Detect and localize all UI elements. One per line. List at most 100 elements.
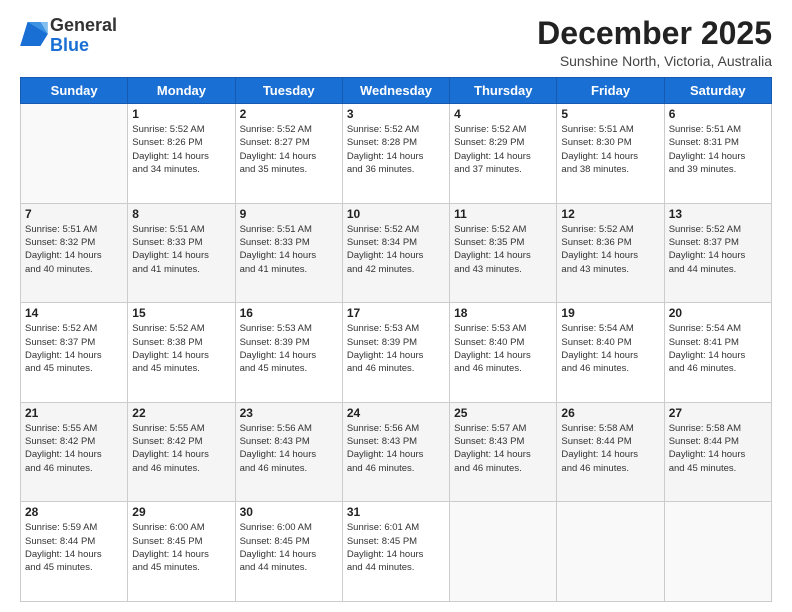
cell-content: Sunrise: 5:52 AMSunset: 8:28 PMDaylight:… bbox=[347, 123, 445, 176]
calendar-cell: 8 Sunrise: 5:51 AMSunset: 8:33 PMDaylight… bbox=[128, 203, 235, 303]
calendar-cell bbox=[557, 502, 664, 602]
day-number: 21 bbox=[25, 406, 123, 420]
cell-content: Sunrise: 5:51 AMSunset: 8:33 PMDaylight:… bbox=[240, 223, 338, 276]
days-header-row: Sunday Monday Tuesday Wednesday Thursday… bbox=[21, 78, 772, 104]
subtitle: Sunshine North, Victoria, Australia bbox=[537, 53, 772, 69]
calendar-cell: 18Sunrise: 5:53 AMSunset: 8:40 PMDayligh… bbox=[450, 303, 557, 403]
calendar-cell: 30 Sunrise: 6:00 AMSunset: 8:45 PMDayligh… bbox=[235, 502, 342, 602]
cell-content: Sunrise: 5:56 AMSunset: 8:43 PMDaylight:… bbox=[240, 422, 338, 475]
calendar-cell: 21 Sunrise: 5:55 AMSunset: 8:42 PMDayligh… bbox=[21, 402, 128, 502]
day-number: 3 bbox=[347, 107, 445, 121]
cell-content: Sunrise: 5:53 AMSunset: 8:40 PMDaylight:… bbox=[454, 322, 552, 375]
calendar-week-1: 1 Sunrise: 5:52 AMSunset: 8:26 PMDaylight… bbox=[21, 104, 772, 204]
day-number: 16 bbox=[240, 306, 338, 320]
cell-content: Sunrise: 5:52 AMSunset: 8:38 PMDaylight:… bbox=[132, 322, 230, 375]
calendar-cell: 1 Sunrise: 5:52 AMSunset: 8:26 PMDaylight… bbox=[128, 104, 235, 204]
day-number: 10 bbox=[347, 207, 445, 221]
calendar-cell: 29 Sunrise: 6:00 AMSunset: 8:45 PMDayligh… bbox=[128, 502, 235, 602]
calendar-week-3: 14 Sunrise: 5:52 AMSunset: 8:37 PMDayligh… bbox=[21, 303, 772, 403]
day-number: 19 bbox=[561, 306, 659, 320]
cell-content: Sunrise: 5:59 AMSunset: 8:44 PMDaylight:… bbox=[25, 521, 123, 574]
cell-content: Sunrise: 5:51 AMSunset: 8:33 PMDaylight:… bbox=[132, 223, 230, 276]
title-block: December 2025 Sunshine North, Victoria, … bbox=[537, 16, 772, 69]
calendar-cell: 12 Sunrise: 5:52 AMSunset: 8:36 PMDayligh… bbox=[557, 203, 664, 303]
day-number: 29 bbox=[132, 505, 230, 519]
calendar-cell: 19Sunrise: 5:54 AMSunset: 8:40 PMDayligh… bbox=[557, 303, 664, 403]
cell-content: Sunrise: 5:52 AMSunset: 8:29 PMDaylight:… bbox=[454, 123, 552, 176]
cell-content: Sunrise: 5:57 AMSunset: 8:43 PMDaylight:… bbox=[454, 422, 552, 475]
calendar-cell: 20 Sunrise: 5:54 AMSunset: 8:41 PMDayligh… bbox=[664, 303, 771, 403]
day-number: 7 bbox=[25, 207, 123, 221]
day-number: 23 bbox=[240, 406, 338, 420]
cell-content: Sunrise: 5:51 AMSunset: 8:30 PMDaylight:… bbox=[561, 123, 659, 176]
col-tuesday: Tuesday bbox=[235, 78, 342, 104]
day-number: 15 bbox=[132, 306, 230, 320]
cell-content: Sunrise: 5:53 AMSunset: 8:39 PMDaylight:… bbox=[347, 322, 445, 375]
logo-blue: Blue bbox=[50, 35, 89, 55]
cell-content: Sunrise: 5:52 AMSunset: 8:37 PMDaylight:… bbox=[669, 223, 767, 276]
cell-content: Sunrise: 5:58 AMSunset: 8:44 PMDaylight:… bbox=[561, 422, 659, 475]
day-number: 13 bbox=[669, 207, 767, 221]
cell-content: Sunrise: 5:51 AMSunset: 8:31 PMDaylight:… bbox=[669, 123, 767, 176]
day-number: 6 bbox=[669, 107, 767, 121]
cell-content: Sunrise: 5:52 AMSunset: 8:35 PMDaylight:… bbox=[454, 223, 552, 276]
day-number: 8 bbox=[132, 207, 230, 221]
day-number: 26 bbox=[561, 406, 659, 420]
calendar-week-4: 21 Sunrise: 5:55 AMSunset: 8:42 PMDayligh… bbox=[21, 402, 772, 502]
day-number: 4 bbox=[454, 107, 552, 121]
col-saturday: Saturday bbox=[664, 78, 771, 104]
cell-content: Sunrise: 6:01 AMSunset: 8:45 PMDaylight:… bbox=[347, 521, 445, 574]
cell-content: Sunrise: 5:53 AMSunset: 8:39 PMDaylight:… bbox=[240, 322, 338, 375]
header: General Blue December 2025 Sunshine Nort… bbox=[20, 16, 772, 69]
day-number: 5 bbox=[561, 107, 659, 121]
calendar-cell: 16 Sunrise: 5:53 AMSunset: 8:39 PMDayligh… bbox=[235, 303, 342, 403]
calendar-cell: 7 Sunrise: 5:51 AMSunset: 8:32 PMDaylight… bbox=[21, 203, 128, 303]
cell-content: Sunrise: 5:55 AMSunset: 8:42 PMDaylight:… bbox=[25, 422, 123, 475]
cell-content: Sunrise: 5:52 AMSunset: 8:36 PMDaylight:… bbox=[561, 223, 659, 276]
cell-content: Sunrise: 5:58 AMSunset: 8:44 PMDaylight:… bbox=[669, 422, 767, 475]
cell-content: Sunrise: 5:51 AMSunset: 8:32 PMDaylight:… bbox=[25, 223, 123, 276]
day-number: 11 bbox=[454, 207, 552, 221]
cell-content: Sunrise: 5:55 AMSunset: 8:42 PMDaylight:… bbox=[132, 422, 230, 475]
calendar-cell: 11 Sunrise: 5:52 AMSunset: 8:35 PMDayligh… bbox=[450, 203, 557, 303]
cell-content: Sunrise: 5:52 AMSunset: 8:26 PMDaylight:… bbox=[132, 123, 230, 176]
calendar-cell: 26 Sunrise: 5:58 AMSunset: 8:44 PMDayligh… bbox=[557, 402, 664, 502]
calendar-cell: 31 Sunrise: 6:01 AMSunset: 8:45 PMDayligh… bbox=[342, 502, 449, 602]
month-title: December 2025 bbox=[537, 16, 772, 51]
cell-content: Sunrise: 5:52 AMSunset: 8:37 PMDaylight:… bbox=[25, 322, 123, 375]
cell-content: Sunrise: 5:56 AMSunset: 8:43 PMDaylight:… bbox=[347, 422, 445, 475]
day-number: 2 bbox=[240, 107, 338, 121]
calendar-cell: 24Sunrise: 5:56 AMSunset: 8:43 PMDayligh… bbox=[342, 402, 449, 502]
day-number: 12 bbox=[561, 207, 659, 221]
day-number: 20 bbox=[669, 306, 767, 320]
day-number: 1 bbox=[132, 107, 230, 121]
day-number: 14 bbox=[25, 306, 123, 320]
calendar-cell: 2 Sunrise: 5:52 AMSunset: 8:27 PMDaylight… bbox=[235, 104, 342, 204]
calendar-cell bbox=[21, 104, 128, 204]
day-number: 9 bbox=[240, 207, 338, 221]
calendar-cell bbox=[664, 502, 771, 602]
col-sunday: Sunday bbox=[21, 78, 128, 104]
cell-content: Sunrise: 5:52 AMSunset: 8:27 PMDaylight:… bbox=[240, 123, 338, 176]
col-friday: Friday bbox=[557, 78, 664, 104]
calendar-cell: 3 Sunrise: 5:52 AMSunset: 8:28 PMDaylight… bbox=[342, 104, 449, 204]
day-number: 31 bbox=[347, 505, 445, 519]
day-number: 27 bbox=[669, 406, 767, 420]
day-number: 17 bbox=[347, 306, 445, 320]
cell-content: Sunrise: 6:00 AMSunset: 8:45 PMDaylight:… bbox=[132, 521, 230, 574]
calendar-cell: 4 Sunrise: 5:52 AMSunset: 8:29 PMDaylight… bbox=[450, 104, 557, 204]
calendar-cell: 14 Sunrise: 5:52 AMSunset: 8:37 PMDayligh… bbox=[21, 303, 128, 403]
col-thursday: Thursday bbox=[450, 78, 557, 104]
logo-icon bbox=[20, 22, 48, 46]
calendar-cell: 6 Sunrise: 5:51 AMSunset: 8:31 PMDaylight… bbox=[664, 104, 771, 204]
calendar-cell bbox=[450, 502, 557, 602]
day-number: 28 bbox=[25, 505, 123, 519]
day-number: 30 bbox=[240, 505, 338, 519]
logo-text: General Blue bbox=[50, 16, 117, 56]
calendar-cell: 28 Sunrise: 5:59 AMSunset: 8:44 PMDayligh… bbox=[21, 502, 128, 602]
cell-content: Sunrise: 5:54 AMSunset: 8:41 PMDaylight:… bbox=[669, 322, 767, 375]
cell-content: Sunrise: 6:00 AMSunset: 8:45 PMDaylight:… bbox=[240, 521, 338, 574]
calendar-week-5: 28 Sunrise: 5:59 AMSunset: 8:44 PMDayligh… bbox=[21, 502, 772, 602]
calendar-table: Sunday Monday Tuesday Wednesday Thursday… bbox=[20, 77, 772, 602]
page: General Blue December 2025 Sunshine Nort… bbox=[0, 0, 792, 612]
